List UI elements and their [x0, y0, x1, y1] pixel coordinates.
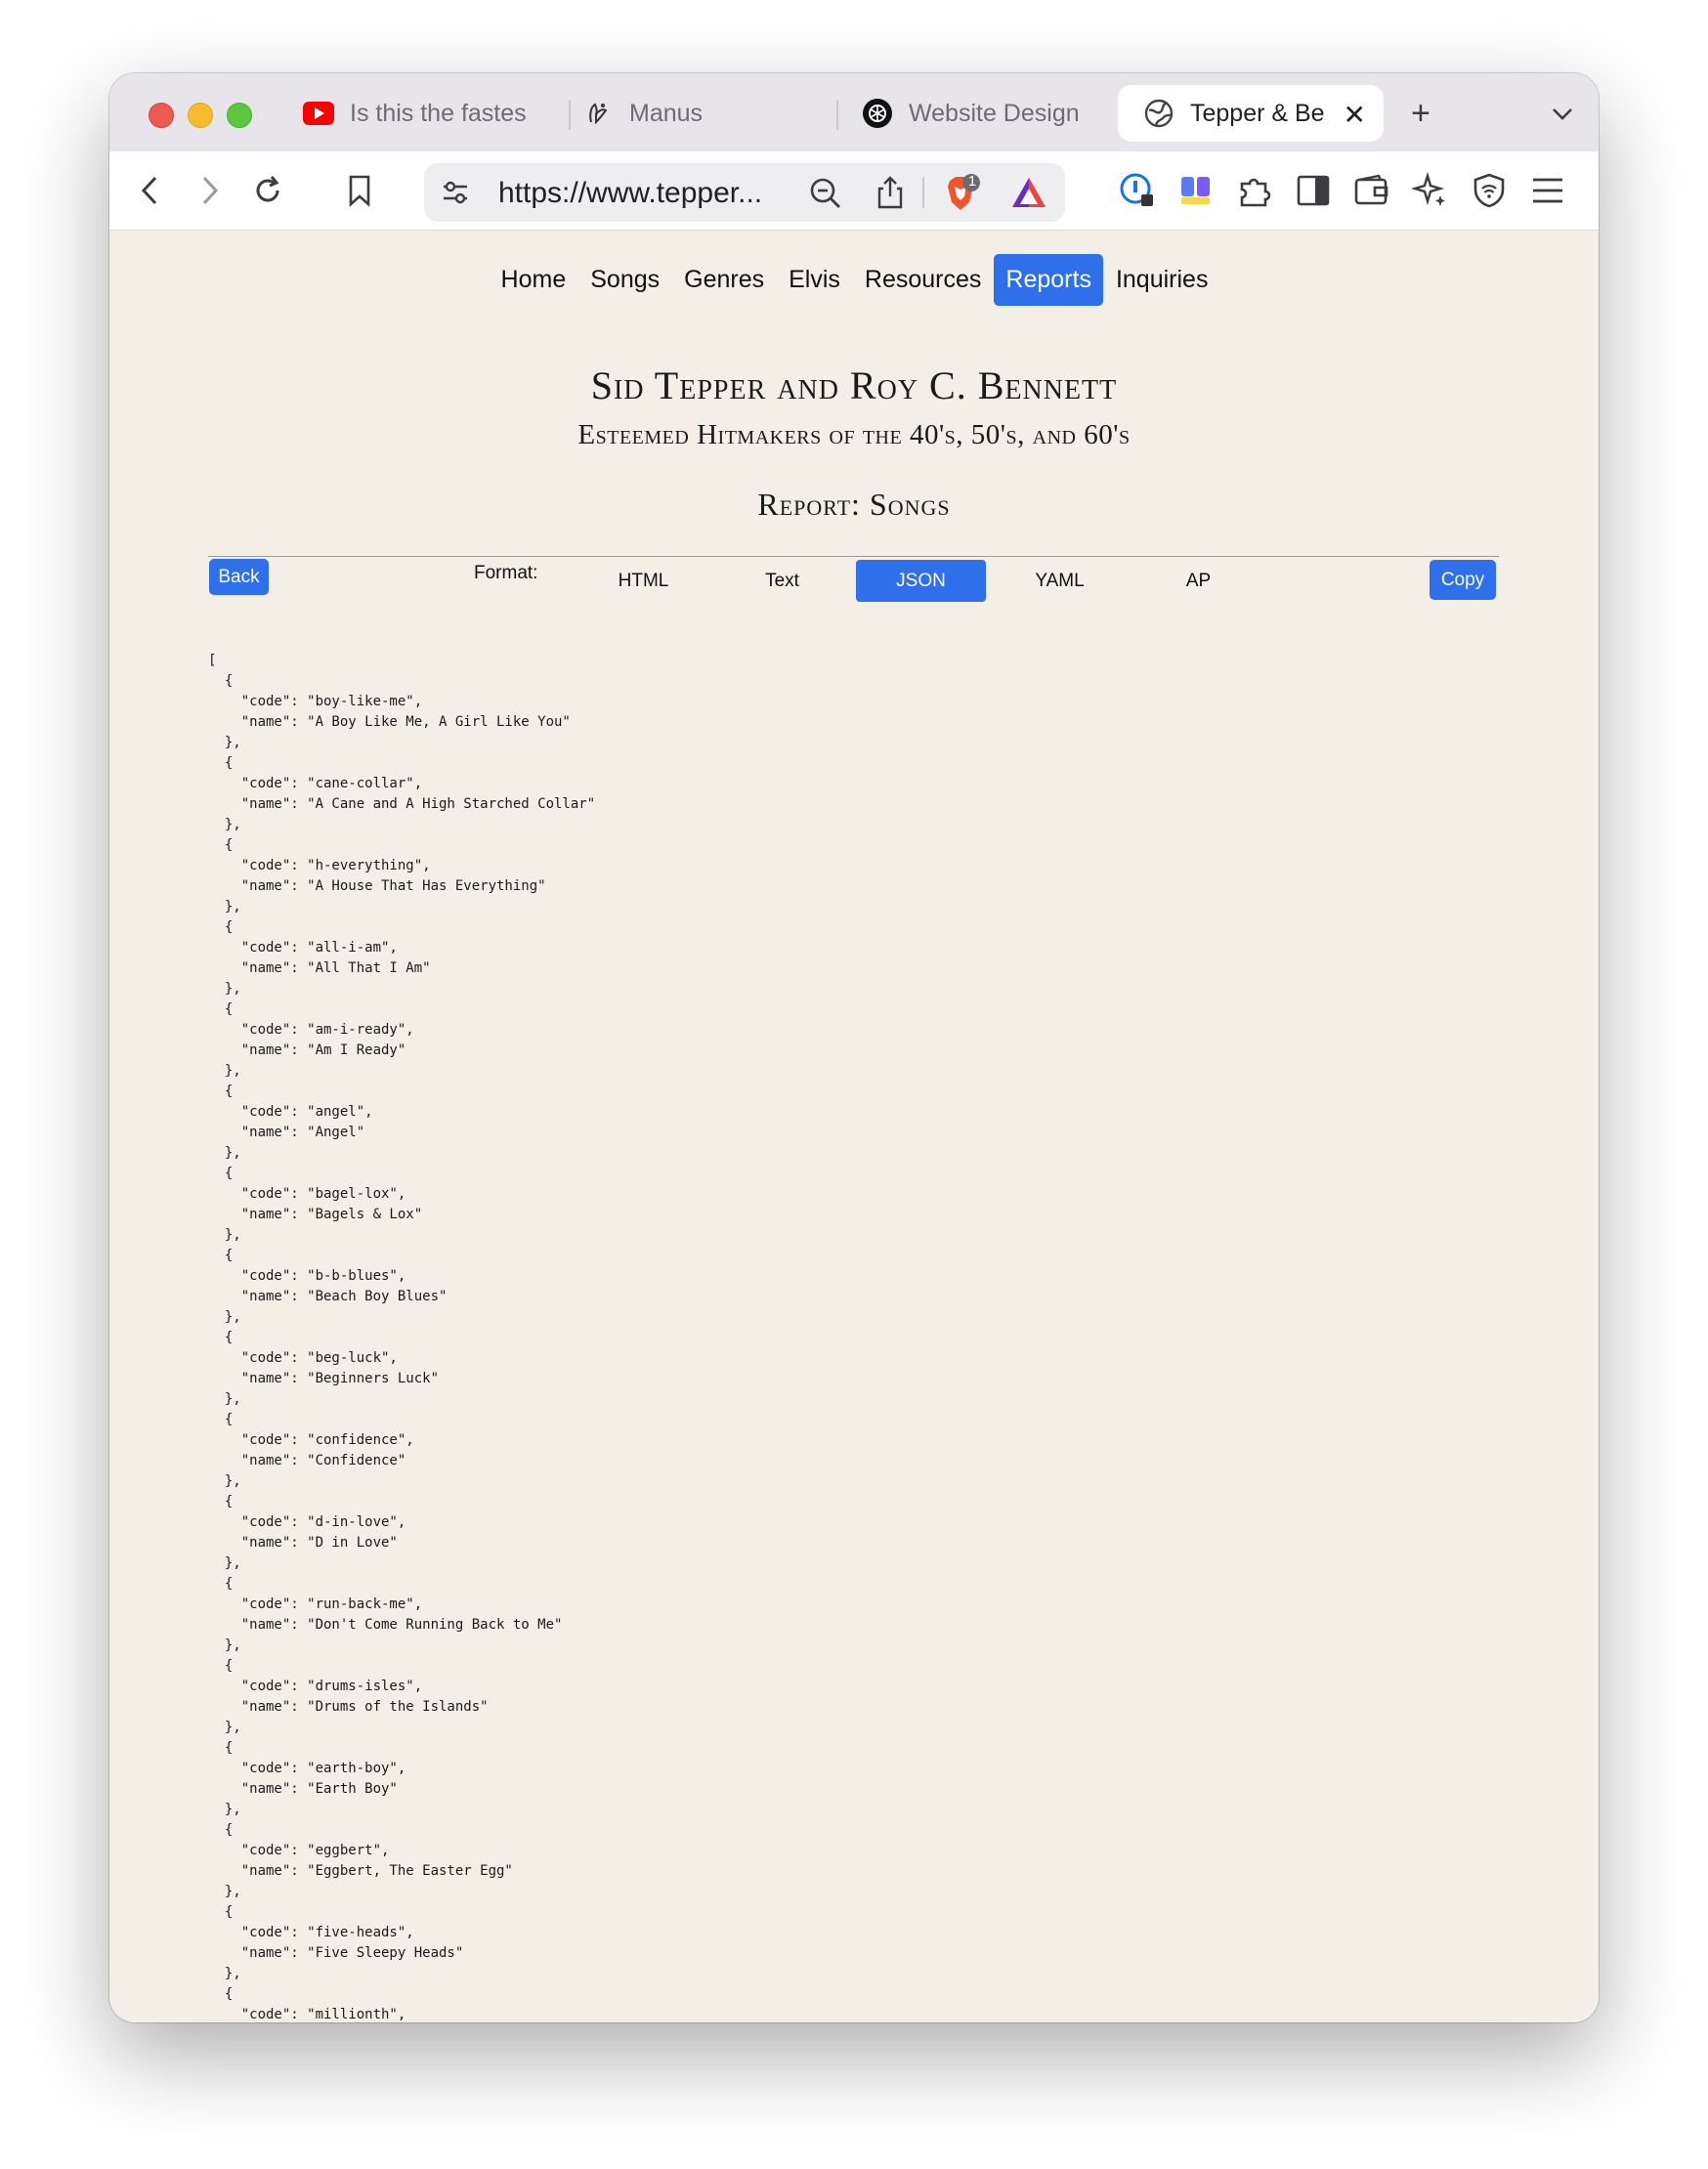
nav-reports[interactable]: Reports	[994, 254, 1103, 306]
format-html-button[interactable]: HTML	[578, 560, 708, 602]
format-label: Format:	[474, 563, 538, 583]
address-bar-divider	[922, 177, 924, 208]
password-manager-icon[interactable]	[1116, 169, 1159, 212]
nav-elvis[interactable]: Elvis	[777, 254, 852, 306]
close-window-button[interactable]	[149, 103, 174, 128]
share-icon[interactable]	[875, 175, 905, 215]
nav-genres[interactable]: Genres	[672, 254, 776, 306]
close-tab-icon[interactable]: ✕	[1344, 99, 1366, 131]
format-ap-button[interactable]: AP	[1133, 560, 1263, 602]
extension-colorful-icon[interactable]	[1174, 169, 1217, 212]
bookmark-icon[interactable]	[338, 169, 381, 212]
nav-inquiries[interactable]: Inquiries	[1104, 254, 1220, 306]
nav-home[interactable]: Home	[490, 254, 578, 306]
leo-ai-icon[interactable]	[1409, 169, 1452, 212]
tab-label: Website Design	[909, 99, 1080, 127]
nav-songs[interactable]: Songs	[578, 254, 671, 306]
address-bar[interactable]: https://www.tepper... 1	[424, 163, 1065, 222]
wallet-icon[interactable]	[1350, 169, 1393, 212]
site-nav: Home Songs Genres Elvis Resources Report…	[109, 254, 1599, 306]
browser-window: Is this the fastes Manus Website Design …	[109, 73, 1599, 2022]
sidebar-toggle-icon[interactable]	[1292, 169, 1335, 212]
page-title: Sid Tepper and Roy C. Bennett	[590, 363, 1118, 407]
format-json-button[interactable]: JSON	[856, 560, 986, 602]
report-title: Report: Songs	[757, 487, 951, 522]
zoom-out-icon[interactable]	[809, 177, 842, 215]
tab-tepper-bennett[interactable]: Tepper & Be ✕	[1118, 85, 1384, 142]
zoom-window-button[interactable]	[227, 103, 252, 128]
format-text-button[interactable]: Text	[717, 560, 847, 602]
format-yaml-button[interactable]: YAML	[995, 560, 1125, 602]
json-report-output: [ { "code": "boy-like-me", "name": "A Bo…	[208, 653, 596, 2022]
brave-badge-count: 1	[967, 173, 977, 190]
manus-icon	[582, 98, 614, 129]
tab-separator	[836, 101, 838, 130]
copy-button[interactable]: Copy	[1430, 560, 1496, 600]
browser-toolbar: https://www.tepper... 1	[109, 151, 1599, 231]
divider-line	[208, 556, 1499, 557]
nav-resources[interactable]: Resources	[853, 254, 994, 306]
tab-website-design[interactable]: Website Design	[862, 85, 1096, 142]
tab-label: Manus	[629, 99, 704, 127]
tab-separator	[569, 101, 571, 130]
extensions-puzzle-icon[interactable]	[1233, 169, 1276, 212]
tab-label: Tepper & Be	[1190, 99, 1325, 127]
youtube-icon	[303, 98, 334, 129]
back-arrow-icon[interactable]	[129, 169, 172, 212]
web-page: Home Songs Genres Elvis Resources Report…	[109, 231, 1599, 2022]
forward-arrow-icon[interactable]	[188, 169, 231, 212]
brave-shields-icon[interactable]: 1	[942, 173, 983, 219]
reload-icon[interactable]	[246, 169, 289, 212]
page-subtitle: Esteemed Hitmakers of the 40's, 50's, an…	[577, 419, 1131, 450]
back-button[interactable]: Back	[209, 559, 269, 595]
url-text[interactable]: https://www.tepper...	[498, 177, 762, 210]
tab-list-chevron-icon[interactable]	[1550, 97, 1575, 135]
site-settings-icon[interactable]	[440, 177, 471, 213]
tab-youtube[interactable]: Is this the fastes	[303, 85, 559, 142]
openai-icon	[862, 98, 893, 129]
tab-strip: Is this the fastes Manus Website Design …	[109, 73, 1599, 151]
menu-hamburger-icon[interactable]	[1526, 169, 1569, 212]
tab-label: Is this the fastes	[350, 99, 527, 127]
vpn-shield-icon[interactable]	[1468, 169, 1511, 212]
minimize-window-button[interactable]	[188, 103, 213, 128]
brave-rewards-icon[interactable]	[1010, 175, 1047, 215]
globe-icon	[1143, 98, 1174, 129]
tab-manus[interactable]: Manus	[582, 85, 827, 142]
new-tab-button[interactable]: +	[1411, 95, 1430, 133]
